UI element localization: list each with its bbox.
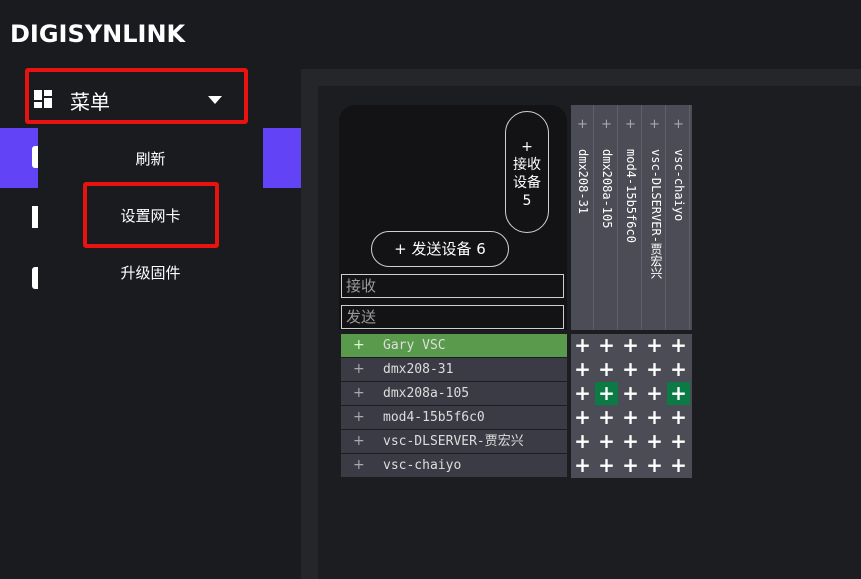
route-cell[interactable]: + [595, 334, 618, 357]
route-cell[interactable]: + [667, 430, 690, 453]
plus-icon[interactable]: + [619, 117, 642, 132]
route-cell[interactable]: + [667, 454, 690, 477]
sender-row[interactable]: + dmx208a-105 [341, 382, 567, 405]
receiver-column-header[interactable]: + vsc-chaiyo [667, 105, 690, 330]
route-cell[interactable]: + [571, 430, 594, 453]
menu-highlight-box [25, 68, 248, 124]
sender-row[interactable]: + Gary VSC [341, 334, 567, 357]
route-cell[interactable]: + [571, 454, 594, 477]
sender-rows: + Gary VSC + dmx208-31 + dmx208a-105 + mod4-15b… [341, 334, 567, 478]
route-cell[interactable]: + [571, 358, 594, 381]
receiver-name: vsc-DLSERVER-贾宏兴 [649, 149, 663, 279]
receiver-column-header[interactable]: + dmx208-31 [571, 105, 594, 330]
receiver-column-header[interactable]: + dmx208a-105 [595, 105, 618, 330]
receiver-columns: + dmx208-31 + dmx208a-105 + mod4-15b5f6c0 + vsc… [571, 105, 692, 330]
menu-item-upgrade-firmware[interactable]: 升级固件 [38, 262, 263, 283]
sender-name: vsc-DLSERVER-贾宏兴 [383, 434, 524, 449]
plus-icon[interactable]: + [353, 383, 365, 404]
sender-name: Gary VSC [383, 338, 446, 353]
receive-label-2: 设备 [513, 175, 541, 191]
sidebar-active-item-edge [263, 128, 301, 188]
sender-name: vsc-chaiyo [383, 458, 462, 473]
plus-icon[interactable]: + [353, 407, 365, 428]
route-cell[interactable]: + [571, 406, 594, 429]
route-cell[interactable]: + [667, 334, 690, 357]
sender-row[interactable]: + vsc-chaiyo [341, 454, 567, 477]
route-cell[interactable]: + [667, 382, 690, 405]
plus-icon[interactable]: + [667, 117, 690, 132]
route-cell[interactable]: + [643, 334, 666, 357]
route-cell[interactable]: + [595, 406, 618, 429]
plus-icon[interactable]: + [353, 359, 365, 380]
sender-row[interactable]: + dmx208-31 [341, 358, 567, 381]
receiver-name: mod4-15b5f6c0 [624, 149, 638, 243]
route-cell[interactable]: + [595, 430, 618, 453]
route-cell[interactable]: + [643, 358, 666, 381]
add-sender-button[interactable]: + 发送设备 6 [371, 231, 509, 267]
route-cell[interactable]: + [619, 454, 642, 477]
menu-item-refresh[interactable]: 刷新 [38, 148, 263, 169]
sender-name: mod4-15b5f6c0 [383, 410, 485, 425]
route-grid: + + + + + + + + + + + + + + + + + + + + + + + + + + + + + + [571, 334, 692, 478]
route-cell[interactable]: + [667, 358, 690, 381]
route-cell[interactable]: + [619, 430, 642, 453]
receiver-column-header[interactable]: + mod4-15b5f6c0 [619, 105, 642, 330]
plus-icon[interactable]: + [353, 455, 365, 476]
route-cell[interactable]: + [643, 454, 666, 477]
route-cell[interactable]: + [571, 334, 594, 357]
route-cell[interactable]: + [643, 430, 666, 453]
sender-row[interactable]: + mod4-15b5f6c0 [341, 406, 567, 429]
plus-icon[interactable]: + [595, 117, 618, 132]
route-cell[interactable]: + [619, 406, 642, 429]
receiver-column-header[interactable]: + vsc-DLSERVER-贾宏兴 [643, 105, 666, 330]
plus-icon[interactable]: + [353, 431, 365, 452]
plus-icon[interactable]: + [571, 117, 594, 132]
route-cell[interactable]: + [595, 454, 618, 477]
menu-item-highlight-box [83, 182, 219, 248]
route-cell[interactable]: + [643, 406, 666, 429]
add-receiver-button[interactable]: + 接收 设备 5 [505, 111, 549, 233]
receive-label-1: 接收 [513, 157, 541, 173]
sender-filter-input[interactable]: 发送 [341, 305, 564, 329]
receive-count: 5 [522, 193, 532, 209]
plus-icon: + [521, 139, 533, 155]
route-cell[interactable]: + [619, 382, 642, 405]
brand-logo: DIGISYNLINK [10, 20, 186, 48]
receiver-name: dmx208-31 [576, 149, 590, 215]
sender-row[interactable]: + vsc-DLSERVER-贾宏兴 [341, 430, 567, 453]
plus-icon[interactable]: + [353, 335, 365, 356]
route-cell[interactable]: + [643, 382, 666, 405]
route-cell[interactable]: + [619, 334, 642, 357]
receiver-name: vsc-chaiyo [672, 149, 686, 222]
plus-icon[interactable]: + [643, 117, 666, 132]
receiver-filter-input[interactable]: 接收 [341, 274, 564, 298]
route-cell[interactable]: + [619, 358, 642, 381]
route-cell[interactable]: + [571, 382, 594, 405]
route-cell[interactable]: + [667, 406, 690, 429]
receiver-name: dmx208a-105 [600, 149, 614, 229]
route-cell[interactable]: + [595, 358, 618, 381]
sender-name: dmx208a-105 [383, 386, 470, 401]
route-cell[interactable]: + [595, 382, 618, 405]
sender-name: dmx208-31 [383, 362, 454, 377]
